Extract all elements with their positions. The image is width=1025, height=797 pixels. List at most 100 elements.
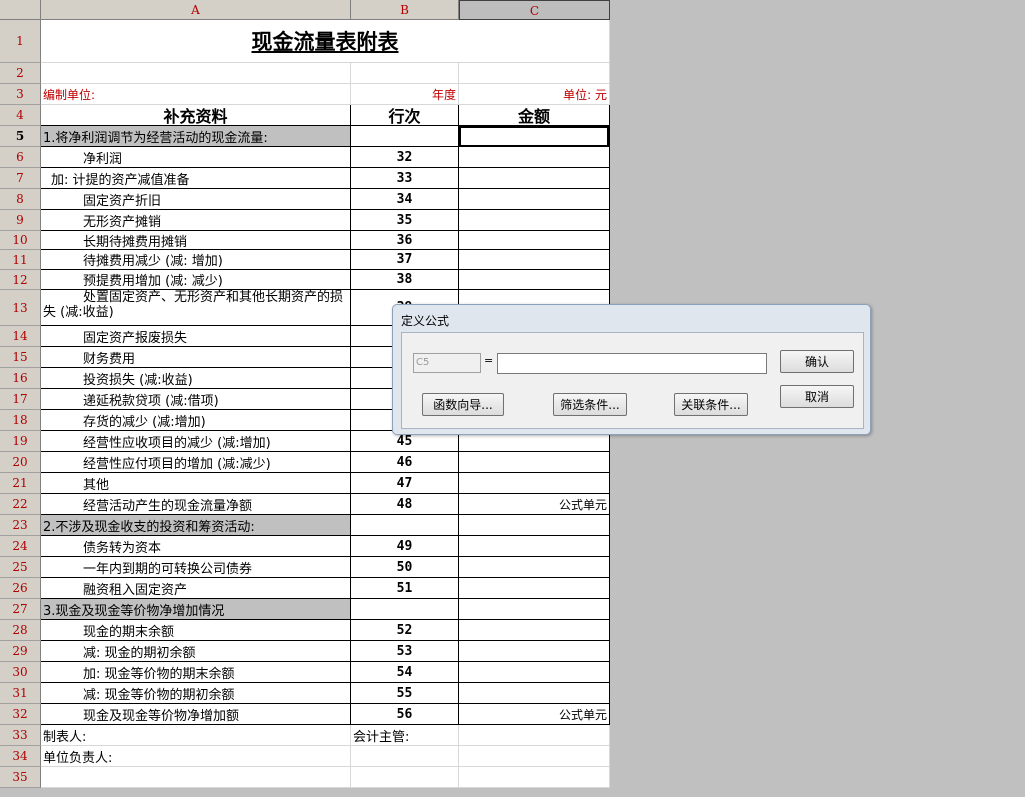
row-header-25[interactable]: 25	[0, 557, 41, 578]
cell-a23[interactable]: 2.不涉及现金收支的投资和筹资活动:	[41, 515, 351, 536]
cell-a11[interactable]: 待摊费用减少 (减: 增加)	[41, 250, 351, 270]
row-header-15[interactable]: 15	[0, 347, 41, 368]
cell-c9[interactable]	[459, 210, 610, 231]
cell-a33[interactable]: 制表人:	[41, 725, 351, 746]
row-header-34[interactable]: 34	[0, 746, 41, 767]
cell-c28[interactable]	[459, 620, 610, 641]
cell-b35[interactable]	[351, 767, 459, 788]
row-header-32[interactable]: 32	[0, 704, 41, 725]
cell-a10[interactable]: 长期待摊费用摊销	[41, 231, 351, 250]
row-header-1[interactable]: 1	[0, 20, 41, 63]
cell-b22[interactable]: 48	[351, 494, 459, 515]
row-header-30[interactable]: 30	[0, 662, 41, 683]
row-header-20[interactable]: 20	[0, 452, 41, 473]
cell-a13[interactable]: 处置固定资产、无形资产和其他长期资产的损失 (减:收益)	[41, 290, 351, 326]
cell-b29[interactable]: 53	[351, 641, 459, 662]
cell-c22[interactable]: 公式单元	[459, 494, 610, 515]
row-header-8[interactable]: 8	[0, 189, 41, 210]
cell-a16[interactable]: 投资损失 (减:收益)	[41, 368, 351, 389]
cancel-button[interactable]: 取消	[780, 385, 854, 408]
cell-a21[interactable]: 其他	[41, 473, 351, 494]
row-header-4[interactable]: 4	[0, 105, 41, 126]
cell-c33[interactable]	[459, 725, 610, 746]
cell-c27[interactable]	[459, 599, 610, 620]
row-header-11[interactable]: 11	[0, 250, 41, 270]
row-header-12[interactable]: 12	[0, 270, 41, 290]
cell-b5[interactable]	[351, 126, 459, 147]
row-header-23[interactable]: 23	[0, 515, 41, 536]
cell-b10[interactable]: 36	[351, 231, 459, 250]
row-header-33[interactable]: 33	[0, 725, 41, 746]
cell-c25[interactable]	[459, 557, 610, 578]
column-header-c[interactable]: C	[459, 0, 610, 20]
cell-a5[interactable]: 1.将净利润调节为经营活动的现金流量:	[41, 126, 351, 147]
cell-b28[interactable]: 52	[351, 620, 459, 641]
cell-c26[interactable]	[459, 578, 610, 599]
cell-b11[interactable]: 37	[351, 250, 459, 270]
cell-c29[interactable]	[459, 641, 610, 662]
cell-a19[interactable]: 经营性应收项目的减少 (减:增加)	[41, 431, 351, 452]
cell-c10[interactable]	[459, 231, 610, 250]
cell-a27[interactable]: 3.现金及现金等价物净增加情况	[41, 599, 351, 620]
row-header-5[interactable]: 5	[0, 126, 41, 147]
row-header-2[interactable]: 2	[0, 63, 41, 84]
cell-a3[interactable]: 编制单位:	[41, 84, 351, 105]
cell-c8[interactable]	[459, 189, 610, 210]
cell-a29[interactable]: 减: 现金的期初余额	[41, 641, 351, 662]
row-header-19[interactable]: 19	[0, 431, 41, 452]
cell-c11[interactable]	[459, 250, 610, 270]
cell-a25[interactable]: 一年内到期的可转换公司债券	[41, 557, 351, 578]
cell-a22[interactable]: 经营活动产生的现金流量净额	[41, 494, 351, 515]
cell-b3[interactable]: 年度	[351, 84, 459, 105]
cell-a18[interactable]: 存货的减少 (减:增加)	[41, 410, 351, 431]
cell-a7[interactable]: 加: 计提的资产减值准备	[41, 168, 351, 189]
cell-b20[interactable]: 46	[351, 452, 459, 473]
row-header-6[interactable]: 6	[0, 147, 41, 168]
cell-a6[interactable]: 净利润	[41, 147, 351, 168]
column-header-b[interactable]: B	[351, 0, 459, 20]
cell-a28[interactable]: 现金的期末余额	[41, 620, 351, 641]
cell-b34[interactable]	[351, 746, 459, 767]
cell-c32[interactable]: 公式单元	[459, 704, 610, 725]
cell-c3[interactable]: 单位: 元	[459, 84, 610, 105]
cell-a14[interactable]: 固定资产报废损失	[41, 326, 351, 347]
cell-c31[interactable]	[459, 683, 610, 704]
cell-b21[interactable]: 47	[351, 473, 459, 494]
cell-b25[interactable]: 50	[351, 557, 459, 578]
cell-b30[interactable]: 54	[351, 662, 459, 683]
cell-c30[interactable]	[459, 662, 610, 683]
cell-c4[interactable]: 金额	[459, 105, 610, 126]
cell-b12[interactable]: 38	[351, 270, 459, 290]
cell-c34[interactable]	[459, 746, 610, 767]
row-header-10[interactable]: 10	[0, 231, 41, 250]
row-header-31[interactable]: 31	[0, 683, 41, 704]
cell-a8[interactable]: 固定资产折旧	[41, 189, 351, 210]
row-header-16[interactable]: 16	[0, 368, 41, 389]
filter-condition-button[interactable]: 筛选条件...	[553, 393, 627, 416]
cell-b4[interactable]: 行次	[351, 105, 459, 126]
cell-a31[interactable]: 减: 现金等价物的期初余额	[41, 683, 351, 704]
cell-a20[interactable]: 经营性应付项目的增加 (减:减少)	[41, 452, 351, 473]
cell-b7[interactable]: 33	[351, 168, 459, 189]
cell-b24[interactable]: 49	[351, 536, 459, 557]
cell-c20[interactable]	[459, 452, 610, 473]
row-header-18[interactable]: 18	[0, 410, 41, 431]
cell-c35[interactable]	[459, 767, 610, 788]
cell-b2[interactable]	[351, 63, 459, 84]
cell-a32[interactable]: 现金及现金等价物净增加额	[41, 704, 351, 725]
cell-c6[interactable]	[459, 147, 610, 168]
cell-b23[interactable]	[351, 515, 459, 536]
row-header-7[interactable]: 7	[0, 168, 41, 189]
row-header-13[interactable]: 13	[0, 290, 41, 326]
row-header-28[interactable]: 28	[0, 620, 41, 641]
row-header-24[interactable]: 24	[0, 536, 41, 557]
cell-a12[interactable]: 预提费用增加 (减: 减少)	[41, 270, 351, 290]
cell-b6[interactable]: 32	[351, 147, 459, 168]
row-header-27[interactable]: 27	[0, 599, 41, 620]
cell-b8[interactable]: 34	[351, 189, 459, 210]
cell-b26[interactable]: 51	[351, 578, 459, 599]
cell-a34[interactable]: 单位负责人:	[41, 746, 351, 767]
row-header-35[interactable]: 35	[0, 767, 41, 788]
cell-a9[interactable]: 无形资产摊销	[41, 210, 351, 231]
cell-c7[interactable]	[459, 168, 610, 189]
